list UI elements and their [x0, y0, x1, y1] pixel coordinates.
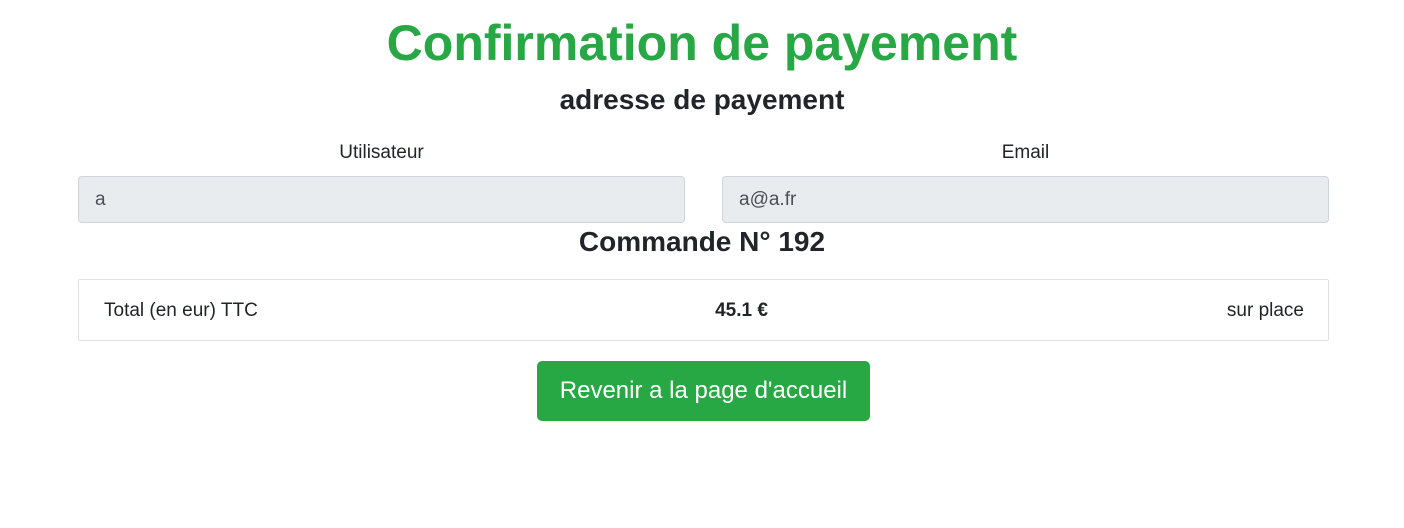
- delivery-mode: sur place: [1226, 300, 1304, 321]
- user-field-label: Utilisateur: [339, 142, 424, 163]
- email-field[interactable]: [722, 176, 1329, 223]
- payment-address-heading: adresse de payement: [559, 84, 845, 115]
- total-amount: 45.1 €: [715, 300, 768, 321]
- order-summary-row: Total (en eur) TTC 45.1 € sur place: [78, 279, 1329, 341]
- order-number-heading: Commande N° 192: [578, 226, 826, 257]
- email-field-label: Email: [1001, 142, 1050, 163]
- user-field[interactable]: [78, 176, 685, 223]
- page-title: Confirmation de payement: [386, 15, 1018, 71]
- total-label: Total (en eur) TTC: [104, 300, 258, 321]
- home-button[interactable]: Revenir a la page d'accueil: [537, 361, 870, 421]
- payment-confirmation-page: Confirmation de payement adresse de paye…: [0, 0, 1404, 528]
